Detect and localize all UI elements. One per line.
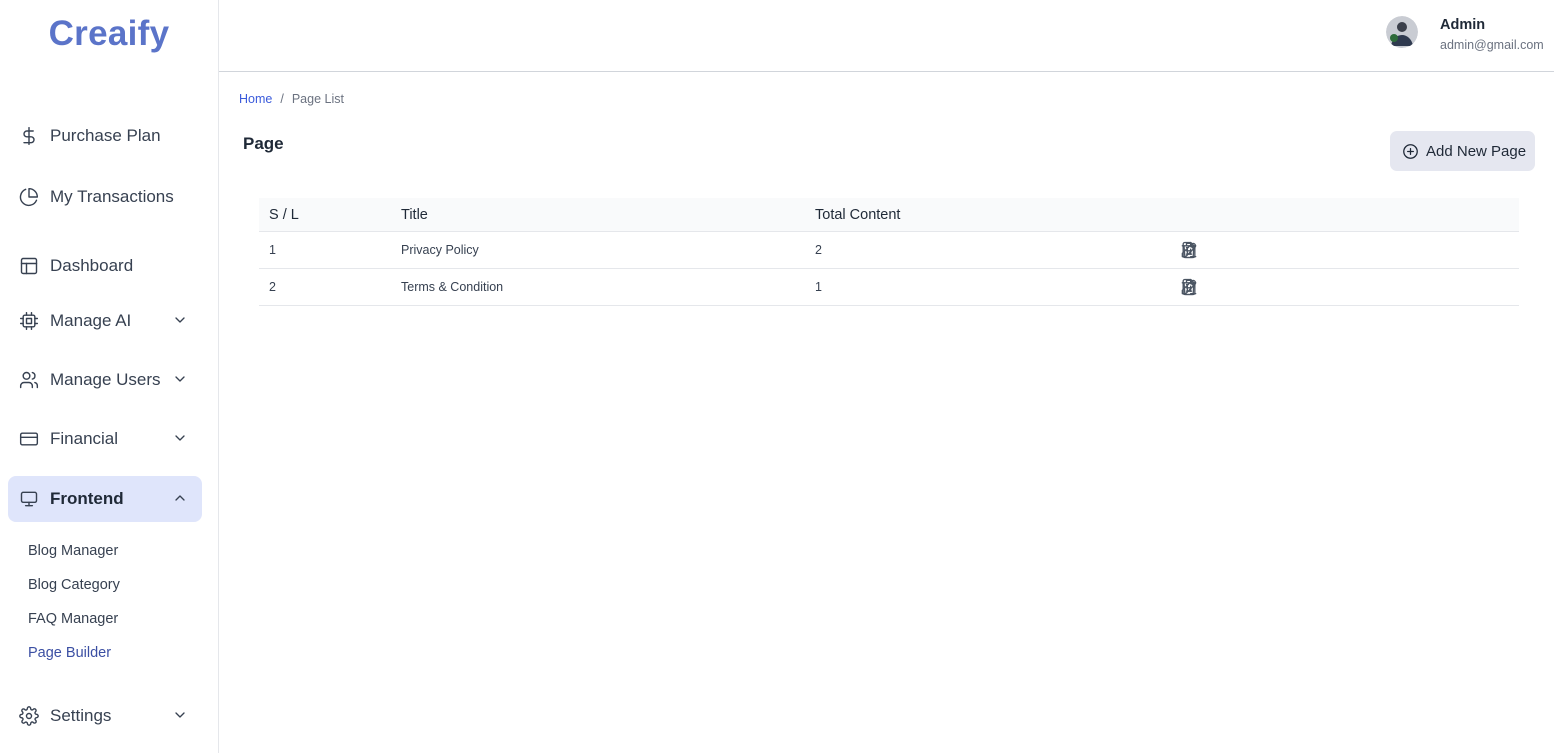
page-table: S / L Title Total Content 1 Privacy Poli… xyxy=(259,198,1519,306)
cell-title: Privacy Policy xyxy=(401,243,479,257)
sidebar-item-frontend[interactable]: Frontend xyxy=(8,476,202,522)
sidebar: Creaify Purchase Plan My Transactions Da… xyxy=(0,0,219,753)
chevron-up-icon xyxy=(172,490,188,506)
plus-circle-icon xyxy=(1403,143,1418,159)
chevron-down-icon xyxy=(172,312,188,328)
column-header-title: Title xyxy=(401,206,428,223)
add-new-page-label: Add New Page xyxy=(1426,142,1527,160)
page-title: Page xyxy=(243,134,284,153)
sidebar-item-purchase-plan[interactable]: Purchase Plan xyxy=(8,113,202,159)
layout-icon xyxy=(18,255,40,277)
cell-total-content: 1 xyxy=(815,280,822,294)
user-name: Admin xyxy=(1440,17,1486,33)
cell-total-content: 2 xyxy=(815,243,822,257)
sub-item-page-builder[interactable]: Page Builder xyxy=(28,645,111,661)
sidebar-item-label: Dashboard xyxy=(50,256,134,275)
sidebar-item-manage-ai[interactable]: Manage AI xyxy=(8,298,202,344)
pie-chart-icon xyxy=(18,186,40,208)
sidebar-item-label: Manage AI xyxy=(50,311,132,330)
trash-icon[interactable] xyxy=(1179,277,1199,297)
top-header: Admin admin@gmail.com xyxy=(219,0,1554,72)
chevron-down-icon xyxy=(172,707,188,723)
trash-icon[interactable] xyxy=(1179,240,1199,260)
sidebar-item-label: Settings xyxy=(50,706,112,725)
sub-item-blog-category[interactable]: Blog Category xyxy=(28,577,120,593)
app-logo[interactable]: Creaify xyxy=(0,14,218,54)
breadcrumb-current: Page List xyxy=(291,92,344,106)
chevron-down-icon xyxy=(172,430,188,446)
table-row: 1 Privacy Policy 2 xyxy=(259,232,1519,269)
sidebar-item-label: Purchase Plan xyxy=(50,126,161,145)
sub-item-blog-manager[interactable]: Blog Manager xyxy=(28,543,118,559)
cell-sl: 2 xyxy=(269,280,276,294)
users-icon xyxy=(18,369,40,391)
cell-title: Terms & Condition xyxy=(401,280,504,294)
user-email: admin@gmail.com xyxy=(1440,38,1544,52)
table-header: S / L Title Total Content xyxy=(259,198,1519,232)
breadcrumb: Home / Page List xyxy=(239,92,344,106)
sidebar-item-label: Financial xyxy=(50,429,119,448)
breadcrumb-separator: / xyxy=(280,92,284,106)
column-header-total-content: Total Content xyxy=(815,206,901,223)
gear-icon xyxy=(18,705,40,727)
sidebar-item-label: Frontend xyxy=(50,489,124,508)
sidebar-item-my-transactions[interactable]: My Transactions xyxy=(8,174,202,220)
cpu-icon xyxy=(18,310,40,332)
sidebar-item-label: My Transactions xyxy=(50,187,174,206)
dollar-icon xyxy=(18,125,40,147)
breadcrumb-home[interactable]: Home xyxy=(239,92,272,106)
sidebar-item-manage-users[interactable]: Manage Users xyxy=(8,357,202,403)
avatar[interactable] xyxy=(1386,16,1418,48)
cell-sl: 1 xyxy=(269,243,276,257)
sidebar-item-label: Manage Users xyxy=(50,370,161,389)
credit-card-icon xyxy=(18,428,40,450)
add-new-page-button[interactable]: Add New Page xyxy=(1390,131,1535,171)
table-row: 2 Terms & Condition 1 xyxy=(259,269,1519,306)
sidebar-item-financial[interactable]: Financial xyxy=(8,416,202,462)
sidebar-item-settings[interactable]: Settings xyxy=(8,693,202,739)
monitor-icon xyxy=(18,488,40,510)
sidebar-item-dashboard[interactable]: Dashboard xyxy=(8,243,202,289)
sub-item-faq-manager[interactable]: FAQ Manager xyxy=(28,611,118,627)
column-header-sl: S / L xyxy=(269,206,299,223)
chevron-down-icon xyxy=(172,371,188,387)
